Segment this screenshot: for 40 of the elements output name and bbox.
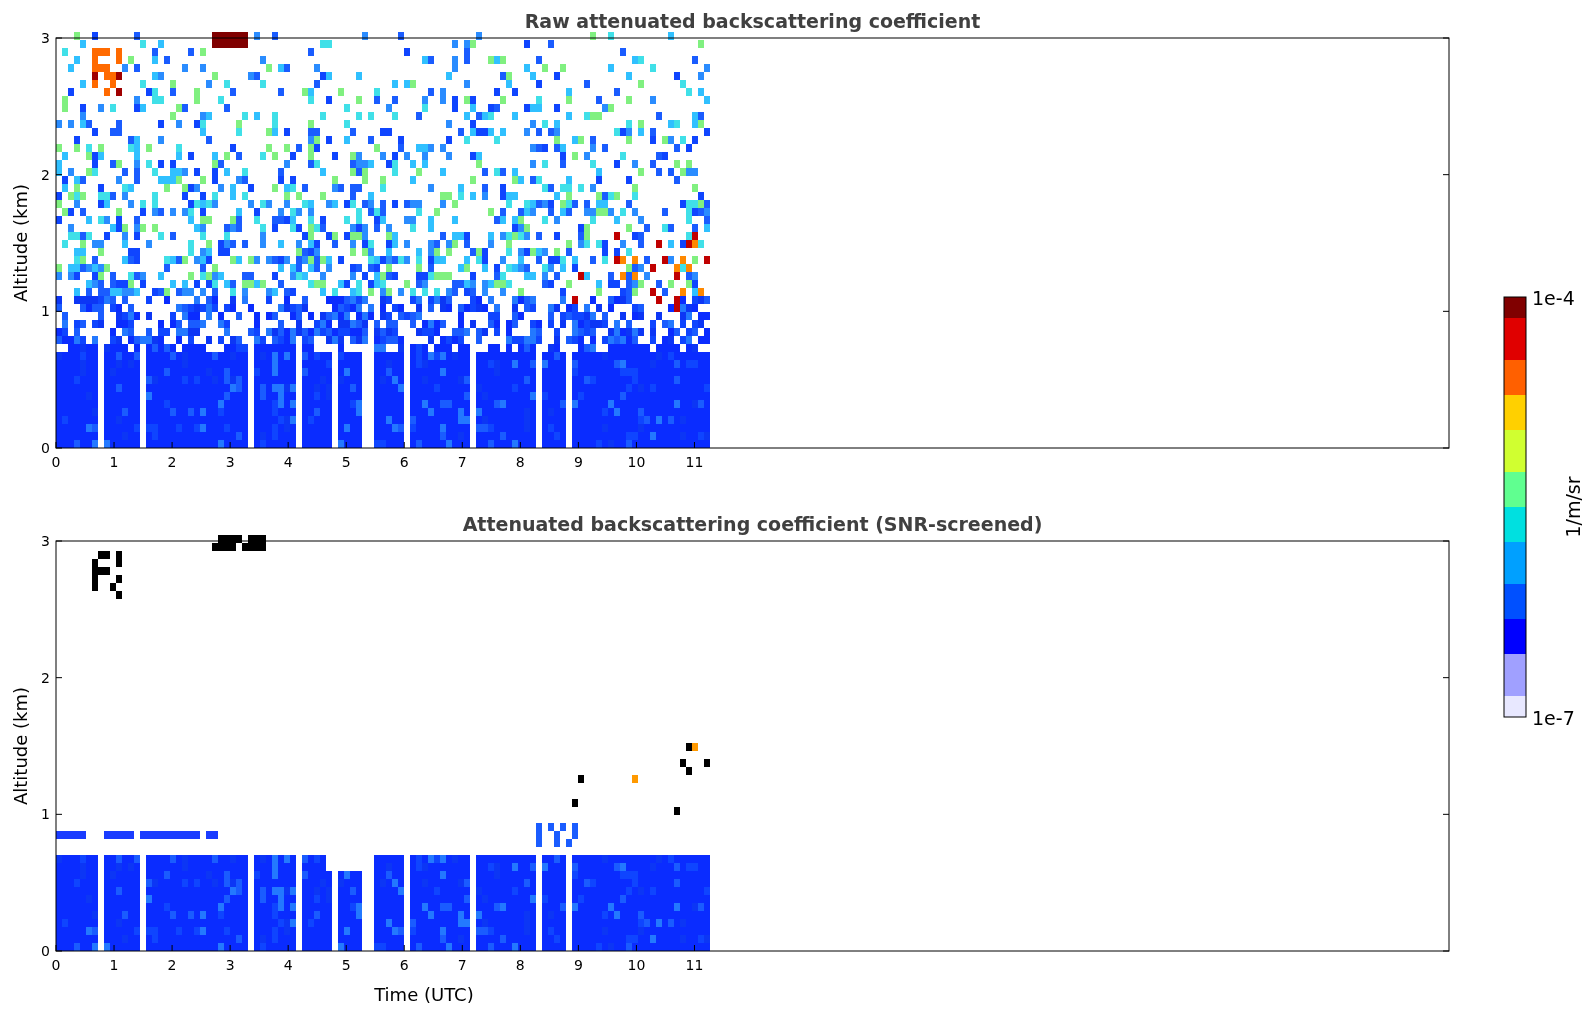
x-tick-label: 6	[399, 454, 409, 470]
x-tick-label: 9	[573, 454, 583, 470]
x-tick-label: 8	[515, 454, 525, 470]
y-axis-label: Altitude (km)	[10, 183, 31, 303]
x-tick-label: 11	[685, 454, 704, 470]
y-tick-label: 3	[41, 30, 50, 46]
x-tick-label: 0	[51, 454, 61, 470]
x-tick-label: 4	[283, 957, 293, 973]
x-tick-label: 2	[167, 957, 177, 973]
x-tick-label: 5	[341, 454, 351, 470]
x-tick-label: 11	[685, 957, 704, 973]
x-axis-label: Time (UTC)	[374, 984, 474, 1005]
x-tick-label: 3	[225, 454, 235, 470]
x-tick-label: 8	[515, 957, 525, 973]
y-tick-label: 1	[41, 303, 50, 320]
x-tick-label: 10	[627, 454, 646, 470]
x-tick-label: 0	[51, 957, 61, 973]
y-tick-label: 1	[41, 806, 50, 823]
y-tick-label: 0	[41, 440, 50, 456]
y-axis-label: Altitude (km)	[10, 686, 31, 806]
x-tick-label: 2	[167, 454, 177, 470]
plot-title: Attenuated backscattering coefficient (SNR-screened)	[462, 513, 1043, 535]
plot-title: Raw attenuated backscattering coefficient	[524, 10, 981, 32]
x-tick-label: 5	[341, 957, 351, 973]
y-tick-label: 3	[41, 533, 50, 549]
x-tick-label: 9	[573, 957, 583, 973]
colorbar-max-label: 1e-4	[1532, 287, 1575, 309]
x-tick-label: 7	[457, 957, 467, 973]
x-tick-label: 4	[283, 454, 293, 470]
colorbar-label: 1/m/sr	[1562, 476, 1584, 538]
x-tick-label: 1	[109, 454, 119, 470]
x-tick-label: 3	[225, 957, 235, 973]
y-tick-label: 0	[41, 943, 50, 959]
x-tick-label: 10	[627, 957, 646, 973]
x-tick-label: 6	[399, 957, 409, 973]
y-tick-label: 2	[41, 166, 50, 183]
colorbar-min-label: 1e-7	[1532, 707, 1575, 729]
x-tick-label: 7	[457, 454, 467, 470]
y-tick-label: 2	[41, 669, 50, 686]
x-tick-label: 1	[109, 957, 119, 973]
